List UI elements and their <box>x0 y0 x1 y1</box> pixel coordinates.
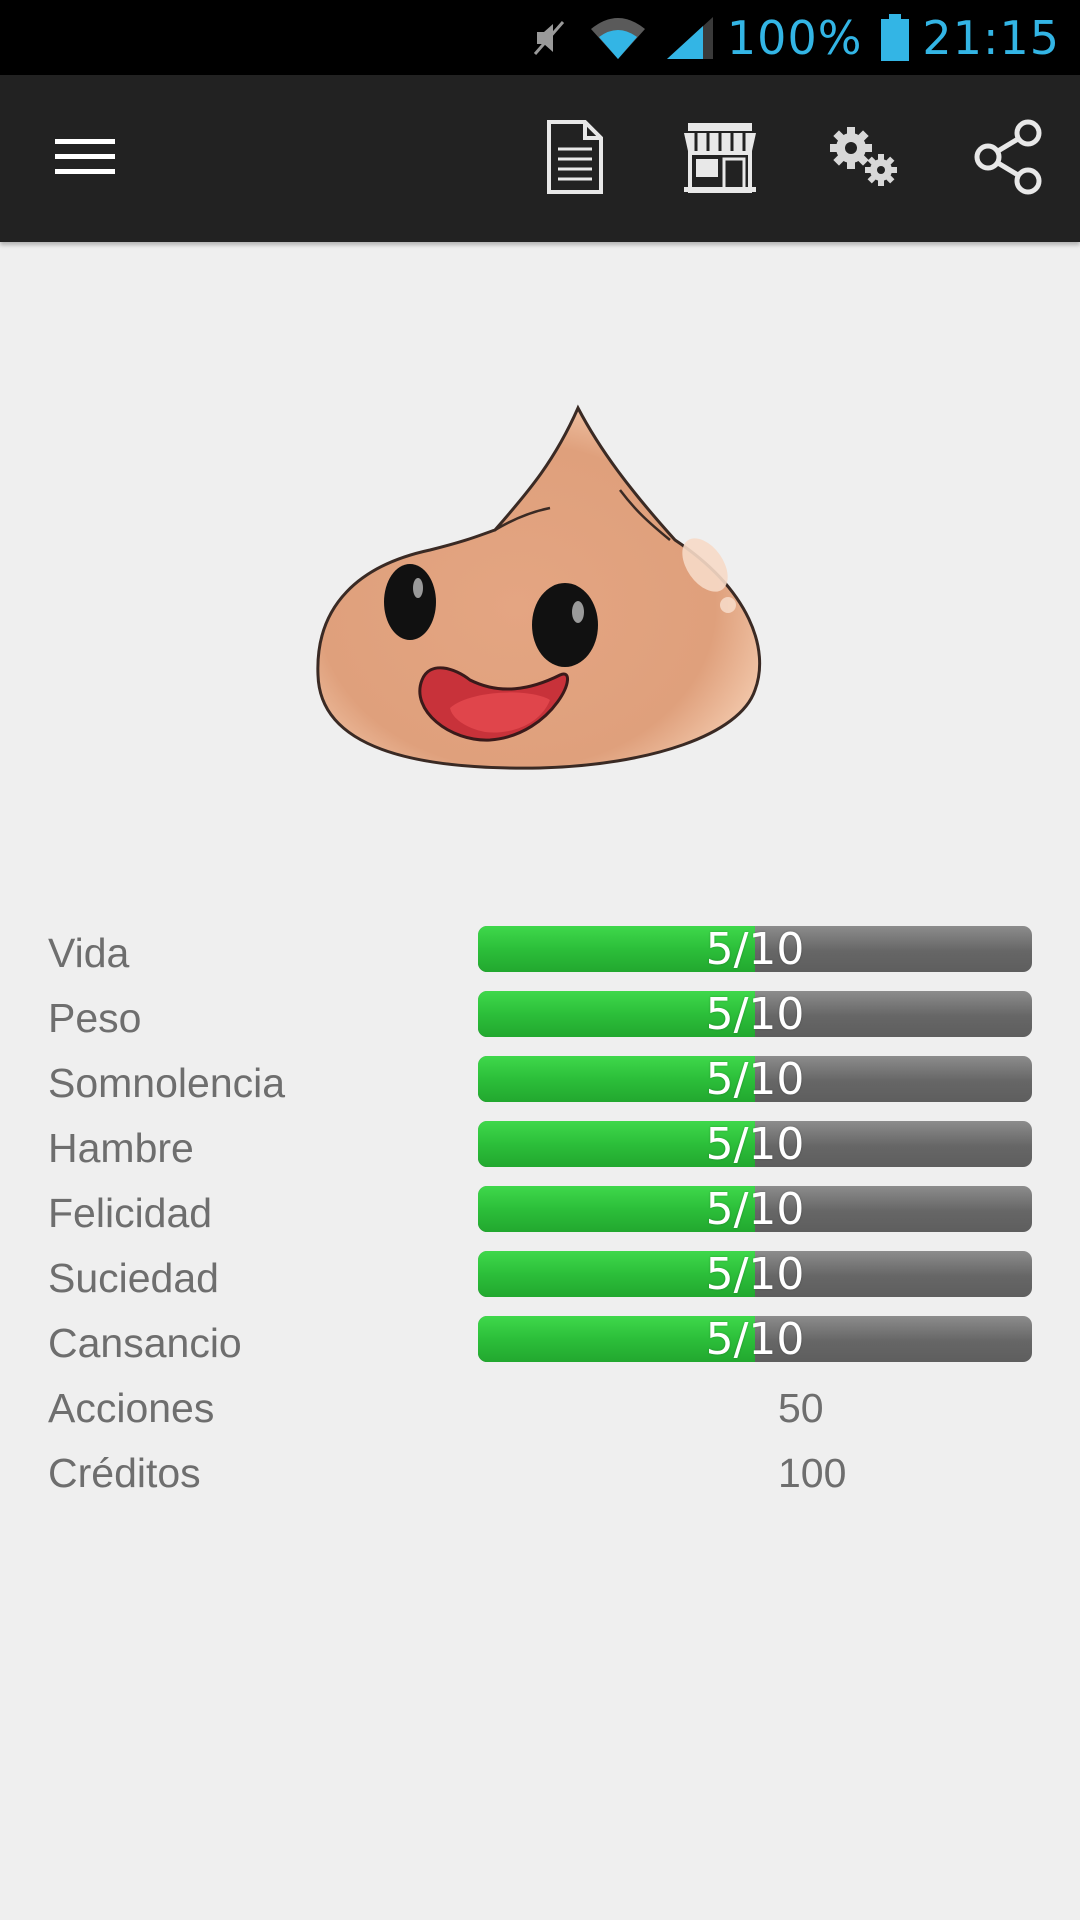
status-bar: 100% 21:15 <box>0 0 1080 75</box>
stat-label: Suciedad <box>48 1255 219 1301</box>
counter-label: Créditos <box>48 1450 201 1496</box>
stat-progress-bar: 5/10 <box>478 1316 1032 1362</box>
menu-icon <box>53 135 117 183</box>
stat-label: Somnolencia <box>48 1060 286 1106</box>
stat-progress-bar: 5/10 <box>478 1251 1032 1297</box>
document-icon <box>545 119 605 199</box>
pet-left-eye <box>384 564 436 640</box>
stat-progress-text: 5/10 <box>705 991 805 1037</box>
menu-button[interactable] <box>40 75 130 242</box>
stat-progress-text: 5/10 <box>705 1056 805 1102</box>
share-button[interactable] <box>960 75 1055 242</box>
stat-label: Vida <box>48 930 130 976</box>
battery-percent: 100% <box>726 10 863 65</box>
wifi-icon <box>589 15 647 61</box>
stat-row: Suciedad 5/10 <box>0 1245 1080 1310</box>
stat-progress-text: 5/10 <box>705 1316 805 1362</box>
stat-row: Peso 5/10 <box>0 985 1080 1050</box>
settings-button[interactable] <box>815 75 915 242</box>
battery-icon <box>880 13 910 62</box>
counter-row: Créditos 100 <box>0 1440 1080 1505</box>
stat-progress-text: 5/10 <box>705 1251 805 1297</box>
stat-progress-text: 5/10 <box>705 1121 805 1167</box>
signal-icon <box>665 15 715 61</box>
pet-right-eye <box>532 583 598 667</box>
stat-progress-bar: 5/10 <box>478 1121 1032 1167</box>
counter-label: Acciones <box>48 1385 215 1431</box>
store-button[interactable] <box>670 75 770 242</box>
counter-value: 100 <box>778 1450 847 1496</box>
mute-icon <box>527 16 571 60</box>
counter-value: 50 <box>778 1385 824 1431</box>
counter-row: Acciones 50 <box>0 1375 1080 1440</box>
stat-label: Felicidad <box>48 1190 213 1236</box>
action-bar <box>0 75 1080 242</box>
stat-row: Somnolencia 5/10 <box>0 1050 1080 1115</box>
stat-progress-text: 5/10 <box>705 926 805 972</box>
document-button[interactable] <box>530 75 620 242</box>
stat-row: Cansancio 5/10 <box>0 1310 1080 1375</box>
pet-character-image[interactable] <box>300 390 780 790</box>
stat-row: Vida 5/10 <box>0 920 1080 985</box>
stat-progress-bar: 5/10 <box>478 1056 1032 1102</box>
stat-label: Hambre <box>48 1125 194 1171</box>
stat-row: Felicidad 5/10 <box>0 1180 1080 1245</box>
stat-row: Hambre 5/10 <box>0 1115 1080 1180</box>
stat-progress-bar: 5/10 <box>478 1186 1032 1232</box>
stat-progress-text: 5/10 <box>705 1186 805 1232</box>
stat-progress-bar: 5/10 <box>478 991 1032 1037</box>
share-icon <box>972 119 1044 199</box>
stat-progress-bar: 5/10 <box>478 926 1032 972</box>
store-icon <box>682 121 758 197</box>
stat-label: Peso <box>48 995 142 1041</box>
clock: 21:15 <box>922 10 1060 65</box>
settings-icon <box>827 124 903 194</box>
stat-label: Cansancio <box>48 1320 242 1366</box>
